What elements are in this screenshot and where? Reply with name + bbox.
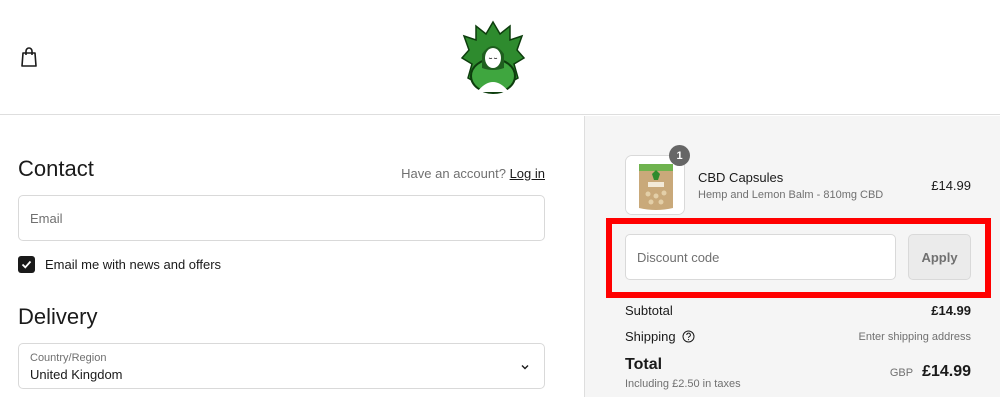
apply-discount-button[interactable]: Apply — [908, 234, 971, 280]
product-name: CBD Capsules — [698, 170, 784, 185]
account-prompt: Have an account? Log in — [401, 166, 545, 181]
contact-heading: Contact — [18, 156, 94, 181]
newsletter-checkbox[interactable] — [18, 256, 35, 273]
discount-code-field[interactable] — [625, 234, 896, 280]
product-variant: Hemp and Lemon Balm - 810mg CBD — [698, 189, 884, 201]
newsletter-label: Email me with news and offers — [45, 257, 222, 272]
currency-code: GBP — [889, 367, 914, 379]
shipping-row: Shipping — [625, 329, 695, 344]
subtotal-label: Subtotal — [625, 303, 673, 318]
total-value: £14.99 — [922, 363, 971, 380]
total-label: Total — [625, 356, 663, 373]
login-link[interactable]: Log in — [510, 166, 545, 181]
email-field[interactable] — [18, 195, 545, 241]
discount-code-input[interactable] — [626, 235, 895, 279]
question-circle-icon[interactable] — [682, 330, 695, 343]
country-label: Country/Region — [30, 352, 107, 364]
newsletter-option[interactable]: Email me with news and offers — [18, 256, 221, 273]
shopping-bag-icon[interactable] — [19, 46, 39, 68]
shipping-label: Shipping — [625, 329, 676, 344]
product-price: £14.99 — [931, 178, 971, 193]
site-header — [0, 0, 1000, 115]
checkout-form: Contact Have an account? Log in Email me… — [0, 116, 584, 397]
shipping-value: Enter shipping address — [858, 331, 971, 343]
chevron-down-icon — [521, 365, 529, 370]
taxes-note: Including £2.50 in taxes — [625, 378, 741, 390]
country-select[interactable]: Country/Region United Kingdom — [18, 343, 545, 389]
order-summary: 1 CBD Capsules Hemp and Lemon Balm - 810… — [584, 116, 1000, 397]
email-input[interactable] — [19, 196, 544, 240]
store-logo[interactable] — [460, 18, 526, 96]
checkmark-icon — [21, 260, 32, 269]
delivery-heading: Delivery — [18, 304, 98, 329]
quantity-badge: 1 — [669, 145, 690, 166]
total-amount: GBP £14.99 — [890, 363, 971, 381]
account-prompt-text: Have an account? — [401, 166, 506, 181]
subtotal-value: £14.99 — [931, 303, 971, 318]
country-value: United Kingdom — [30, 367, 123, 382]
